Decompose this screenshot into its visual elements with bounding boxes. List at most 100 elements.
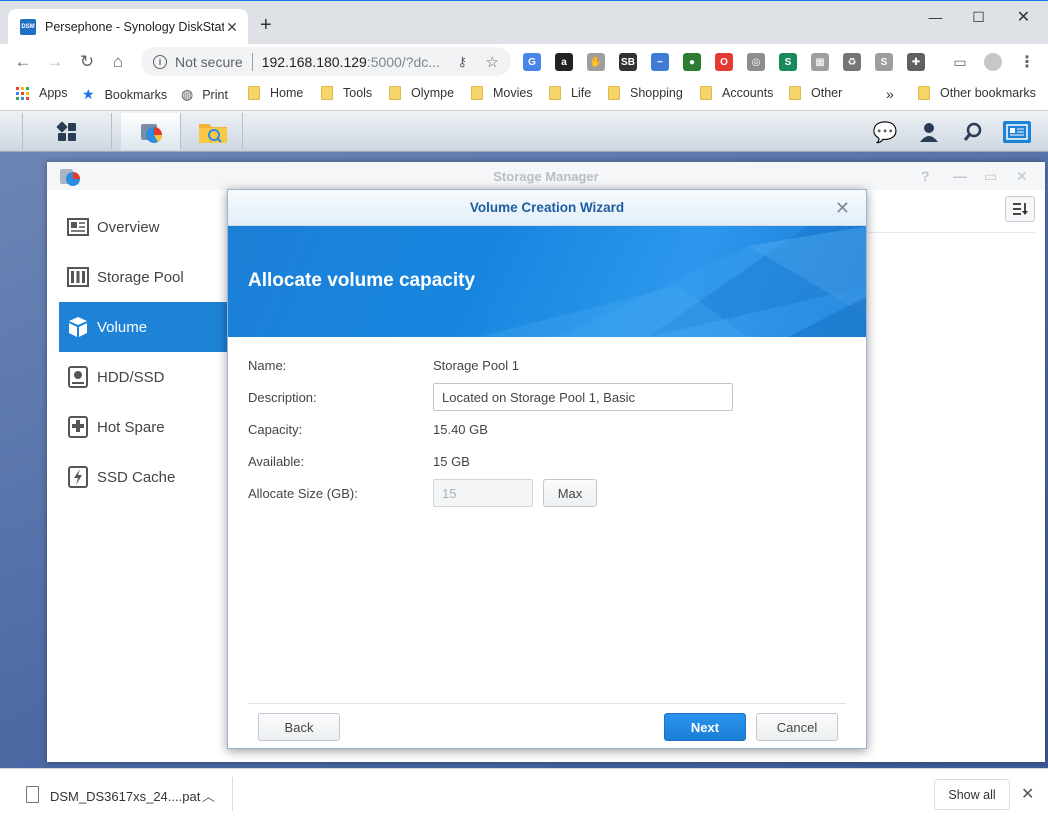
google-translate-icon[interactable]: G [523,53,541,71]
chrome-menu-icon[interactable]: ⋮ [1019,52,1035,72]
bookmark-folder-home[interactable]: Home [248,86,303,100]
widgets-glyph [1006,124,1028,140]
widgets-icon[interactable] [1003,121,1031,143]
close-window-icon[interactable]: ✕ [1001,1,1046,33]
bookmark-star-icon[interactable]: ☆ [486,53,499,71]
bookmarks-bar: Apps ★ Bookmarks ◍ Print Home Tools Olym… [0,79,1048,111]
sidebar-item-volume[interactable]: Volume [59,302,229,352]
taskbar-file-station[interactable] [183,113,243,150]
allocate-size-input[interactable]: 15 [433,479,533,507]
bookmark-print[interactable]: ◍ Print [181,86,228,103]
close-shelf-icon[interactable]: ✕ [1021,784,1034,804]
content-divider [869,232,1035,233]
globe-lock-icon[interactable]: ● [683,53,701,71]
next-button[interactable]: Next [664,713,746,741]
taskbar-storage-manager[interactable] [121,113,181,150]
star-icon: ★ [82,86,95,102]
security-label: Not secure [175,53,243,70]
sidebar-item-ssd-cache[interactable]: SSD Cache [59,452,229,502]
address-separator [251,52,253,71]
allocate-size-label: Allocate Size (GB): [248,486,358,501]
puzzle-icon[interactable]: ✚ [907,53,925,71]
magnifier-icon[interactable]: ◎ [747,53,765,71]
bookmark-folder-accounts[interactable]: Accounts [700,86,773,100]
skype-icon[interactable]: S [875,53,893,71]
tab-close-icon[interactable]: ✕ [224,19,240,36]
sidebar-item-label: HDD/SSD [97,368,165,386]
capacity-label: Capacity: [248,422,303,437]
file-station-icon [198,123,227,143]
bookmarks-overflow-icon[interactable]: » [886,86,894,102]
recycle-icon[interactable]: ♻ [843,53,861,71]
bookmark-apps[interactable]: Apps [16,86,68,100]
user-icon[interactable] [916,119,942,145]
close-icon[interactable]: ✕ [1016,168,1028,185]
volume-icon [67,316,89,338]
bookmark-folder-other-bookmarks[interactable]: Other bookmarks [918,86,1036,100]
chat-icon[interactable]: 💬 [872,119,898,145]
maximize-window-icon[interactable]: ☐ [956,1,1001,33]
info-icon[interactable]: i [153,54,167,69]
key-icon[interactable]: ⚷ [457,54,467,70]
opera-icon[interactable]: O [715,53,733,71]
show-all-button[interactable]: Show all [934,779,1010,810]
forward-arrow-icon[interactable]: → [41,48,69,76]
new-tab-button[interactable]: + [260,15,272,35]
bookmark-folder-movies[interactable]: Movies [471,86,533,100]
sb-icon[interactable]: SB [619,53,637,71]
max-button[interactable]: Max [543,479,597,507]
sidebar-item-hot-spare[interactable]: Hot Spare [59,402,229,452]
download-file-name[interactable]: DSM_DS3617xs_24....pat [50,789,200,804]
sidebar-item-storage-pool[interactable]: Storage Pool [59,252,229,302]
description-field[interactable]: Located on Storage Pool 1, Basic [433,383,733,411]
browser-toolbar: ← → ↻ ⌂ i Not secure 192.168.180.129 :50… [0,44,1048,79]
folder-icon [789,86,801,100]
sidebar-item-hdd-ssd[interactable]: HDD/SSD [59,352,229,402]
amazon-icon[interactable]: a [555,53,573,71]
bookmark-folder-life[interactable]: Life [549,86,591,100]
shelf-divider [232,777,233,811]
reload-icon[interactable]: ↻ [73,48,101,76]
maximize-icon[interactable]: ▭ [984,168,997,185]
home-icon[interactable]: ⌂ [104,48,132,76]
close-icon[interactable]: ✕ [835,198,850,219]
file-icon [26,786,39,803]
bookmark-folder-other[interactable]: Other [789,86,842,100]
browser-tab[interactable]: DSM Persephone - Synology DiskStation ✕ [8,9,248,45]
wizard-title: Volume Creation Wizard [469,200,625,215]
minimize-icon[interactable]: — [953,168,967,184]
main-menu-button[interactable] [22,113,112,150]
bookmark-folder-olympe[interactable]: Olympe [389,86,454,100]
sidebar-item-overview[interactable]: Overview [59,202,229,252]
reader-icon[interactable]: ▦ [811,53,829,71]
storage-manager-icon [140,123,162,143]
main-menu-icon [56,121,76,141]
bookmark-folder-shopping[interactable]: Shopping [608,86,683,100]
sort-button[interactable] [1005,196,1035,222]
bookmark-bookmarks[interactable]: ★ Bookmarks [82,86,167,103]
back-arrow-icon[interactable]: ← [9,48,37,76]
url-host: 192.168.180.129 [261,53,367,70]
user-silhouette [920,123,938,142]
search-icon[interactable] [960,119,986,145]
s-logo-icon[interactable]: S [779,53,797,71]
cancel-button[interactable]: Cancel [756,713,838,741]
profile-avatar[interactable] [984,53,1002,71]
bookmark-apps-label: Apps [39,86,68,100]
pulse-icon[interactable]: ~ [651,53,669,71]
magnifier-glyph [963,122,982,141]
sidebar-item-label: Overview [97,218,160,236]
address-bar[interactable]: i Not secure 192.168.180.129 :5000/?dc..… [141,47,511,76]
minimize-window-icon[interactable]: — [913,1,958,33]
bookmark-folder-tools[interactable]: Tools [321,86,372,100]
ssd-cache-icon [67,466,89,488]
overview-icon [67,216,89,238]
chevron-up-icon[interactable]: ︿ [202,786,215,805]
available-label: Available: [248,454,305,469]
hand-icon[interactable]: ✋ [587,53,605,71]
back-button[interactable]: Back [258,713,340,741]
storage-manager-title: Storage Manager [493,168,599,184]
dsm-taskbar: 💬 [0,111,1048,152]
help-icon[interactable]: ? [921,168,930,184]
cast-icon[interactable]: ▭ [951,53,969,71]
